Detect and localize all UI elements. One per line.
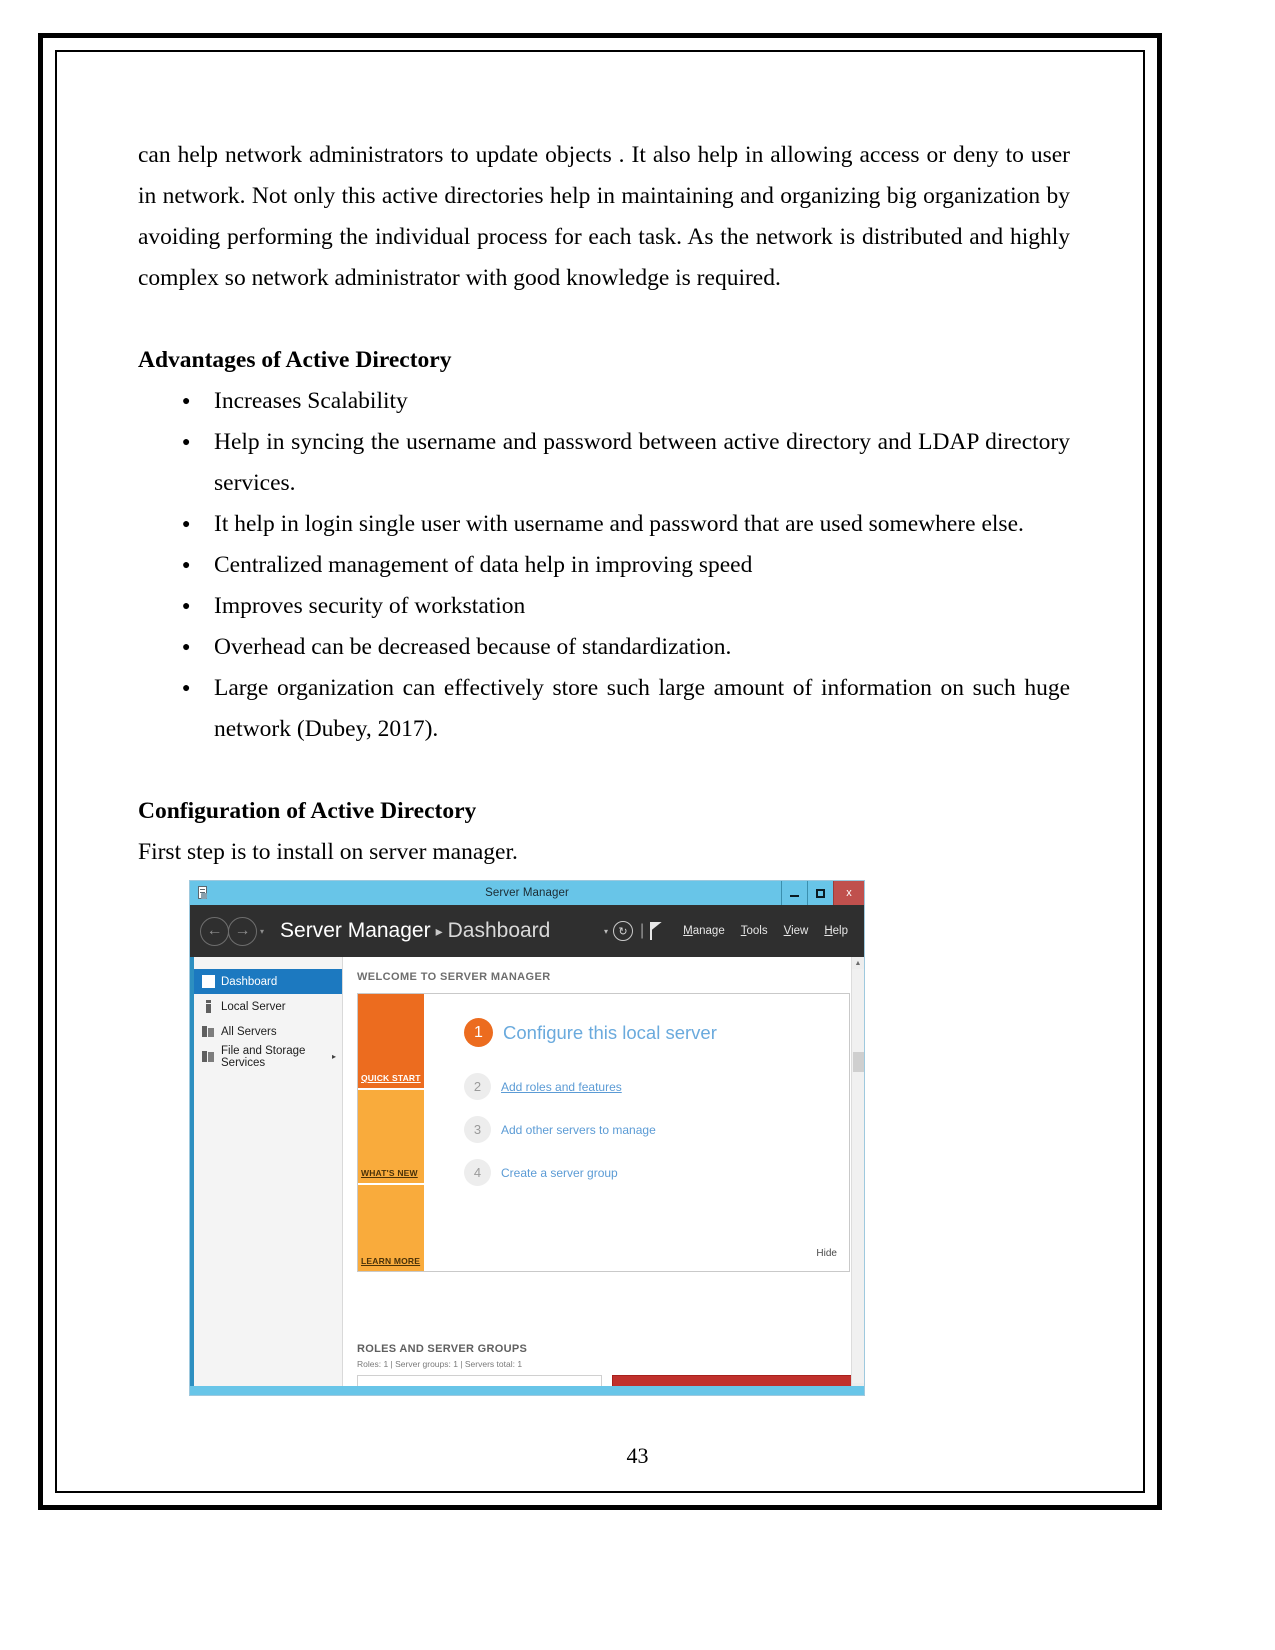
figure-caption: First step is to install on server manag… bbox=[138, 839, 518, 865]
step-number: 3 bbox=[464, 1116, 491, 1143]
menu-tools[interactable]: Tools bbox=[741, 925, 768, 937]
step-link[interactable]: Add roles and features bbox=[501, 1080, 622, 1094]
chevron-right-icon[interactable]: ▸ bbox=[332, 1052, 336, 1061]
paragraph-intro: can help network administrators to updat… bbox=[138, 142, 1070, 291]
vertical-scrollbar[interactable]: ▲ ▼ bbox=[851, 957, 864, 1395]
step-number: 1 bbox=[464, 1018, 493, 1047]
flag-icon[interactable] bbox=[650, 922, 663, 940]
refresh-icon[interactable]: ↻ bbox=[613, 921, 633, 941]
sidebar-item-file-and-storage-services[interactable]: File and Storage Services ▸ bbox=[194, 1044, 342, 1069]
back-icon[interactable]: ← bbox=[200, 916, 229, 946]
step-link[interactable]: Add other servers to manage bbox=[501, 1123, 656, 1137]
maximize-icon bbox=[816, 888, 825, 898]
list-item: Overhead can be decreased because of sta… bbox=[138, 627, 1070, 668]
hide-link[interactable]: Hide bbox=[816, 1248, 837, 1259]
list-item: Improves security of workstation bbox=[138, 586, 1070, 627]
step-add-other-servers[interactable]: 3 Add other servers to manage bbox=[464, 1116, 849, 1143]
breadcrumb-root[interactable]: Server Manager bbox=[280, 919, 431, 942]
scroll-up-icon[interactable]: ▲ bbox=[852, 957, 864, 969]
tile-label: WHAT'S NEW bbox=[361, 1168, 418, 1178]
menu-help-label-rest: elp bbox=[832, 925, 848, 937]
page-number: 43 bbox=[626, 1443, 649, 1468]
breadcrumb-current: Dashboard bbox=[447, 919, 551, 942]
quick-start-panel: QUICK START WHAT'S NEW LEARN MORE 1 Conf… bbox=[357, 993, 850, 1272]
step-add-roles-and-features[interactable]: 2 Add roles and features bbox=[464, 1073, 849, 1100]
chevron-down-icon[interactable]: ▾ bbox=[604, 927, 608, 936]
list-item: Centralized management of data help in i… bbox=[138, 545, 1070, 586]
tile-whats-new[interactable]: WHAT'S NEW bbox=[358, 1090, 424, 1183]
document-content: can help network administrators to updat… bbox=[138, 135, 1070, 873]
quick-start-steps: 1 Configure this local server 2 Add role… bbox=[424, 994, 849, 1271]
dashboard-icon bbox=[202, 975, 215, 988]
all-servers-icon bbox=[202, 1025, 215, 1038]
maximize-button[interactable] bbox=[807, 881, 833, 905]
advantages-list: Increases Scalability Help in syncing th… bbox=[138, 381, 1070, 750]
step-configure-local-server[interactable]: 1 Configure this local server bbox=[464, 1018, 849, 1047]
breadcrumb-separator-icon: ▸ bbox=[435, 922, 443, 939]
menu-manage[interactable]: Manage bbox=[683, 925, 725, 937]
step-number: 4 bbox=[464, 1159, 491, 1186]
list-item: Increases Scalability bbox=[138, 381, 1070, 422]
local-server-icon bbox=[202, 1000, 215, 1013]
tile-label: LEARN MORE bbox=[361, 1256, 421, 1266]
sidebar-item-label: Local Server bbox=[221, 1000, 286, 1013]
heading-advantages: Advantages of Active Directory bbox=[138, 347, 452, 373]
sidebar-item-label: Dashboard bbox=[221, 975, 278, 988]
app-body: Dashboard Local Server All Servers File … bbox=[190, 957, 864, 1395]
sidebar-item-dashboard[interactable]: Dashboard bbox=[194, 969, 342, 994]
scrollbar-thumb[interactable] bbox=[853, 1052, 864, 1072]
list-item: Large organization can effectively store… bbox=[138, 668, 1070, 750]
menu-manage-label-rest: anage bbox=[692, 925, 725, 937]
tile-quick-start[interactable]: QUICK START bbox=[358, 994, 424, 1088]
minimize-button[interactable] bbox=[781, 881, 807, 905]
window-title: Server Manager bbox=[485, 887, 569, 899]
window-bottom-bar bbox=[190, 1386, 864, 1395]
chevron-down-icon[interactable]: ▾ bbox=[260, 927, 264, 936]
sidebar-item-all-servers[interactable]: All Servers bbox=[194, 1019, 342, 1044]
forward-icon[interactable]: → bbox=[228, 916, 257, 946]
sidebar-item-label: File and Storage Services bbox=[221, 1044, 306, 1069]
navigation-arrows: ← → ▾ bbox=[200, 916, 264, 946]
tile-learn-more[interactable]: LEARN MORE bbox=[358, 1185, 424, 1271]
sidebar-item-local-server[interactable]: Local Server bbox=[194, 994, 342, 1019]
header-actions: ▾ ↻ | Manage Tools View Help bbox=[604, 905, 856, 957]
window-controls: x bbox=[781, 881, 864, 905]
list-item: Help in syncing the username and passwor… bbox=[138, 422, 1070, 504]
welcome-label: WELCOME TO SERVER MANAGER bbox=[357, 971, 551, 983]
navigation-sidebar: Dashboard Local Server All Servers File … bbox=[190, 957, 343, 1395]
step-link[interactable]: Configure this local server bbox=[503, 1022, 717, 1044]
tile-label: QUICK START bbox=[361, 1073, 421, 1083]
sidebar-item-label: All Servers bbox=[221, 1025, 277, 1038]
step-number: 2 bbox=[464, 1073, 491, 1100]
file-storage-icon bbox=[202, 1050, 215, 1063]
roles-section-title: ROLES AND SERVER GROUPS bbox=[357, 1343, 528, 1355]
menu-view[interactable]: View bbox=[784, 925, 809, 937]
menu-help[interactable]: Help bbox=[824, 925, 848, 937]
menu-tools-label-rest: ools bbox=[746, 925, 768, 937]
divider: | bbox=[640, 922, 645, 939]
minimize-icon bbox=[790, 895, 799, 897]
app-header: ← → ▾ Server Manager ▸ Dashboard ▾ ↻ | Man… bbox=[190, 905, 864, 957]
main-content-pane: WELCOME TO SERVER MANAGER QUICK START WH… bbox=[343, 957, 864, 1395]
list-item: It help in login single user with userna… bbox=[138, 504, 1070, 545]
quick-start-tiles: QUICK START WHAT'S NEW LEARN MORE bbox=[358, 994, 424, 1271]
close-button[interactable]: x bbox=[833, 881, 864, 905]
server-manager-window: Server Manager x ← → ▾ Server Manager ▸ Da… bbox=[189, 880, 865, 1396]
heading-configuration: Configuration of Active Directory bbox=[138, 798, 477, 824]
roles-section-meta: Roles: 1 | Server groups: 1 | Servers to… bbox=[357, 1359, 523, 1369]
step-link[interactable]: Create a server group bbox=[501, 1166, 618, 1180]
breadcrumb: Server Manager ▸ Dashboard bbox=[280, 919, 550, 943]
step-create-server-group[interactable]: 4 Create a server group bbox=[464, 1159, 849, 1186]
window-titlebar: Server Manager x bbox=[190, 881, 864, 905]
menu-view-label-rest: iew bbox=[791, 925, 809, 937]
